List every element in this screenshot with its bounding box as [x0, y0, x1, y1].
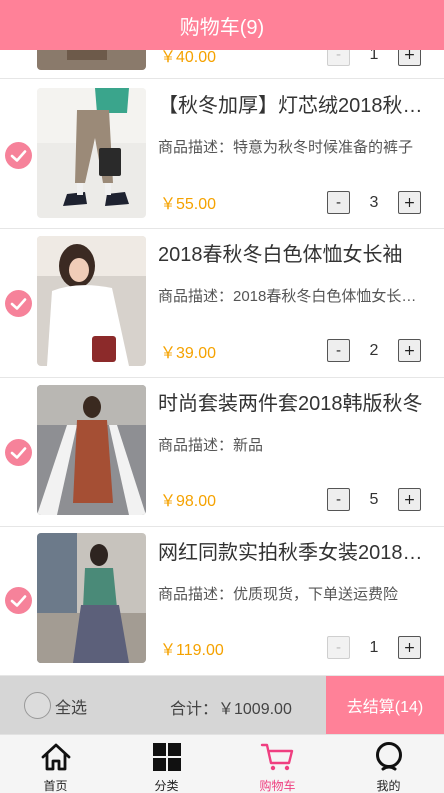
item-description: 商品描述：特意为秋冬时候准备的裤子 [158, 139, 414, 156]
decrease-button[interactable]: - [327, 488, 350, 511]
item-description: 商品描述：2018春秋冬白色体恤女长袖宽松 [158, 288, 424, 305]
select-all-radio[interactable] [24, 692, 51, 719]
select-all-label: 全选 [55, 699, 88, 717]
tab-category[interactable]: 分类 [111, 735, 222, 793]
page-title: 购物车(9) [179, 16, 265, 39]
cart-item: 网红同款实拍秋季女装2018新款 商品描述：优质现货，下单送运费险 ￥119.0… [0, 528, 444, 676]
decrease-button[interactable]: - [327, 636, 350, 659]
app: ￥40.00 - 1 + 【秋冬加厚】灯芯绒2018秋冬 商品描述：特意为秋冬时… [0, 0, 444, 793]
checkmark-icon [10, 149, 27, 162]
product-thumbnail[interactable] [37, 533, 146, 663]
item-title[interactable]: 时尚套装两件套2018韩版秋冬 [158, 387, 424, 416]
increase-button[interactable]: + [398, 488, 421, 511]
checkmark-icon [10, 594, 27, 607]
checkmark-icon [10, 297, 27, 310]
product-thumbnail[interactable] [37, 236, 146, 366]
quantity-value: 3 [369, 194, 379, 211]
quantity-value: 5 [369, 491, 379, 508]
item-price: ￥39.00 [160, 345, 217, 362]
decrease-button[interactable]: - [327, 339, 350, 362]
tab-label: 首页 [43, 779, 68, 793]
increase-button[interactable]: + [398, 636, 421, 659]
item-title[interactable]: 网红同款实拍秋季女装2018新款 [158, 536, 424, 565]
checkout-button[interactable]: 去结算(14) [326, 676, 444, 734]
category-icon [153, 743, 181, 771]
increase-button[interactable]: + [398, 191, 421, 214]
tab-label: 我的 [376, 779, 401, 793]
quantity-value: 2 [369, 342, 379, 359]
item-description: 商品描述：优质现货，下单送运费险 [158, 586, 399, 603]
cart-item: 时尚套装两件套2018韩版秋冬 商品描述：新品 ￥98.00 - 5 + [0, 379, 444, 527]
quantity-stepper: - 5 + [327, 488, 423, 511]
quantity-stepper: - 2 + [327, 339, 423, 362]
cart-icon [260, 743, 294, 771]
tab-profile[interactable]: 我的 [333, 735, 444, 793]
product-thumbnail[interactable] [37, 88, 146, 218]
cart-list[interactable]: ￥40.00 - 1 + 【秋冬加厚】灯芯绒2018秋冬 商品描述：特意为秋冬时… [0, 0, 444, 676]
select-all-toggle[interactable]: 全选 [24, 692, 87, 719]
item-description: 商品描述：新品 [158, 437, 264, 454]
decrease-button[interactable]: - [327, 191, 350, 214]
user-icon [376, 742, 402, 771]
item-checkbox[interactable] [5, 587, 32, 614]
bottom-tab-bar: 首页 分类 购物车 我的 [0, 734, 444, 793]
product-thumbnail[interactable] [37, 385, 146, 515]
increase-button[interactable]: + [398, 339, 421, 362]
checkout-bar: 全选 合计：￥1009.00 去结算(14) [0, 676, 444, 734]
quantity-value: 1 [369, 639, 379, 656]
cart-item: 2018春秋冬白色体恤女长袖 商品描述：2018春秋冬白色体恤女长袖宽松 ￥39… [0, 230, 444, 378]
tab-label: 购物车 [259, 779, 296, 793]
cart-item: 【秋冬加厚】灯芯绒2018秋冬新款 商品描述：特意为秋冬时候准备的裤子 ￥55.… [0, 81, 444, 229]
checkmark-icon [10, 446, 27, 459]
tab-cart[interactable]: 购物车 [222, 735, 333, 793]
home-icon [41, 743, 71, 771]
item-price: ￥55.00 [160, 196, 217, 213]
item-title[interactable]: 【秋冬加厚】灯芯绒2018秋冬新款 [158, 89, 424, 118]
tab-label: 分类 [154, 779, 179, 793]
item-checkbox[interactable] [5, 142, 32, 169]
tab-home[interactable]: 首页 [0, 735, 111, 793]
total-amount: 合计：￥1009.00 [170, 701, 292, 718]
item-title[interactable]: 2018春秋冬白色体恤女长袖 [158, 238, 424, 267]
page-header: 购物车(9) [0, 0, 444, 50]
quantity-stepper: - 1 + [327, 636, 423, 659]
item-price: ￥119.00 [160, 642, 224, 659]
quantity-stepper: - 3 + [327, 191, 423, 214]
item-checkbox[interactable] [5, 290, 32, 317]
item-price: ￥98.00 [160, 493, 217, 510]
item-checkbox[interactable] [5, 439, 32, 466]
